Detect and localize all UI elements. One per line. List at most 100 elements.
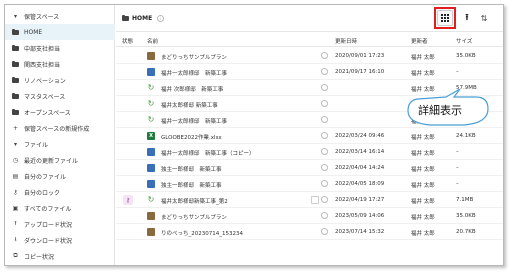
sidebar-item[interactable]: ▤ 自分のファイル: [5, 168, 115, 184]
sort-icon[interactable]: ⇅: [478, 13, 490, 24]
breadcrumb-label: HOME: [132, 15, 153, 22]
file-name[interactable]: りのべっち_20230714_153234: [161, 229, 243, 237]
file-name[interactable]: まどりっちサンプルプラン: [161, 213, 227, 221]
file-name[interactable]: 福井 次郎様邸 新築工事: [161, 85, 223, 93]
xlsx-icon: X: [147, 132, 155, 140]
info-icon[interactable]: [321, 196, 328, 203]
file-name[interactable]: GLOOBE2022作業.xlsx: [161, 133, 222, 141]
file-name[interactable]: 福井一太郎様邸 新築工事: [161, 117, 227, 125]
info-icon[interactable]: [321, 212, 328, 219]
table-row[interactable]: 福井一太郎様邸 新築工事（コピー） 2022/03/14 16:14 福井 太郎 –: [116, 144, 503, 160]
key-icon: ⚷: [123, 195, 133, 205]
table-row[interactable]: ⚷ ↻ 福井太郎様邸新築工事_第2 2022/04/19 17:27 福井 太郎 7.1M…: [116, 192, 503, 208]
file-name[interactable]: 福井一太郎様邸 新築工事（コピー）: [161, 149, 255, 157]
sidebar-item[interactable]: ⧉ コピー状況: [5, 248, 115, 264]
folder-icon: [11, 44, 20, 53]
info-icon[interactable]: [321, 100, 328, 107]
updated-by: 福井 太郎: [411, 199, 435, 205]
sidebar-item[interactable]: ▾ ファイル: [5, 136, 115, 152]
info-icon[interactable]: [321, 180, 328, 187]
column-name[interactable]: 名前: [147, 37, 158, 45]
sidebar-item[interactable]: 関西支社担当: [5, 56, 115, 72]
sidebar-item[interactable]: ⚷ 自分のロック: [5, 184, 115, 200]
info-icon[interactable]: i: [157, 15, 165, 22]
updated-at: 2021/09/17 16:10: [335, 69, 385, 75]
table-row[interactable]: 独主一郎様邸 新築工事 2022/04/05 18:09 福井 太郎 –: [116, 176, 503, 192]
updated-by: 福井 太郎: [411, 135, 435, 141]
chevron-down-icon: ▾: [13, 140, 17, 148]
table-row[interactable]: まどりっちサンプルプラン 2020/09/01 17:23 福井 太郎 35.0KB: [116, 48, 503, 64]
column-status[interactable]: 状態: [122, 37, 133, 45]
sidebar-item-label: ダウンロード状況: [24, 237, 73, 245]
sidebar-item[interactable]: リノベーション: [5, 72, 115, 88]
column-updater[interactable]: 更新者: [411, 37, 428, 45]
info-icon[interactable]: [321, 164, 328, 171]
column-size[interactable]: サイズ: [456, 37, 472, 45]
file-name[interactable]: 独主一郎様邸 新築工事: [161, 165, 222, 173]
file-name[interactable]: 福井一太郎様邸 新築工事: [161, 69, 227, 77]
breadcrumb[interactable]: HOME i: [122, 15, 165, 22]
table-row[interactable]: X GLOOBE2022作業.xlsx 2022/03/24 09:46 福井 太郎 2…: [116, 128, 503, 144]
updated-at: 2022/03/14 16:14: [335, 149, 385, 155]
updated-at: 2022/04/19 17:27: [335, 197, 385, 203]
link-icon: ↻: [147, 83, 155, 92]
table-row[interactable]: まどりっちサンプルプラン 2023/05/09 14:06 福井 太郎 35.0KB: [116, 208, 503, 224]
share-icon[interactable]: [311, 196, 319, 204]
sidebar-item-label: コピー状況: [24, 253, 55, 261]
info-icon[interactable]: [321, 132, 328, 139]
table-row[interactable]: 福井一太郎様邸 新築工事 2021/09/17 16:10 福井 太郎 –: [116, 64, 503, 80]
info-icon[interactable]: [321, 68, 328, 75]
sidebar-item[interactable]: 中部支社担当: [5, 40, 115, 56]
doc-icon: [147, 68, 155, 76]
updated-at: 2023/05/09 14:06: [335, 213, 385, 219]
sidebar-item[interactable]: ▾ 保管スペース: [5, 8, 115, 24]
key-icon: ⚷: [13, 188, 18, 196]
file-name[interactable]: まどりっちサンプルプラン: [161, 53, 227, 61]
info-icon[interactable]: [321, 228, 328, 235]
folder-icon: [11, 76, 20, 85]
updated-by: 福井 太郎: [411, 215, 435, 221]
sidebar-item[interactable]: ◷ 最近の更新ファイル: [5, 152, 115, 168]
file-name[interactable]: 福井太郎様邸 新築工事: [161, 101, 218, 109]
sidebar-item[interactable]: ⭱ アップロード状況: [5, 216, 115, 232]
updated-at: 2022/04/04 14:24: [335, 165, 385, 171]
sidebar-item[interactable]: + 保管スペースの新規作成: [5, 120, 115, 136]
file-name[interactable]: 独主一郎様邸 新築工事: [161, 181, 222, 189]
file-name[interactable]: 福井太郎様邸新築工事_第2: [161, 197, 228, 205]
file-size: –: [456, 149, 459, 155]
sidebar-item[interactable]: HOME: [5, 24, 115, 40]
table-row[interactable]: りのべっち_20230714_153234 2023/07/14 15:32 福井 …: [116, 224, 503, 240]
chevron-down-icon: ▾: [13, 12, 17, 20]
folder-icon: [11, 92, 20, 101]
grid-view-highlight: [434, 7, 456, 29]
sidebar-item[interactable]: ⭳ ダウンロード状況: [5, 232, 115, 248]
plan-icon: [147, 52, 155, 60]
file-icon: ▤: [12, 172, 19, 180]
sidebar-item-label: 保管スペース: [24, 13, 60, 21]
info-icon[interactable]: [321, 84, 328, 91]
info-icon[interactable]: [321, 148, 328, 155]
callout-text: 詳細表示: [418, 104, 462, 117]
sidebar-item-label: すべてのファイル: [24, 205, 72, 213]
sidebar-item[interactable]: マスタスペース: [5, 88, 115, 104]
sidebar-item-label: リノベーション: [24, 77, 66, 85]
info-icon[interactable]: [321, 116, 328, 123]
file-size: –: [456, 69, 459, 75]
updated-at: 2023/07/14 15:32: [335, 229, 385, 235]
info-icon[interactable]: [321, 52, 328, 59]
updated-by: 福井 太郎: [411, 183, 435, 189]
sidebar-item[interactable]: ▣ すべてのファイル: [5, 200, 115, 216]
sidebar-item[interactable]: オープンスペース: [5, 104, 115, 120]
file-size: 35.0KB: [456, 53, 476, 59]
upload-icon: ⭱: [14, 220, 17, 227]
file-size: –: [456, 181, 459, 187]
table-row[interactable]: 独主一郎様邸 新築工事 2022/04/04 14:24 福井 太郎 –: [116, 160, 503, 176]
link-icon: ↻: [147, 99, 155, 108]
upload-top-icon[interactable]: ⭱: [462, 13, 472, 24]
toolbar: HOME i ⭱ ⇅: [116, 5, 503, 32]
column-updated[interactable]: 更新日時: [335, 37, 357, 45]
folder-icon: [11, 60, 20, 69]
detail-view-callout: 詳細表示: [404, 89, 494, 128]
copy-icon: ⧉: [13, 252, 18, 259]
folder-icon: [122, 15, 129, 21]
